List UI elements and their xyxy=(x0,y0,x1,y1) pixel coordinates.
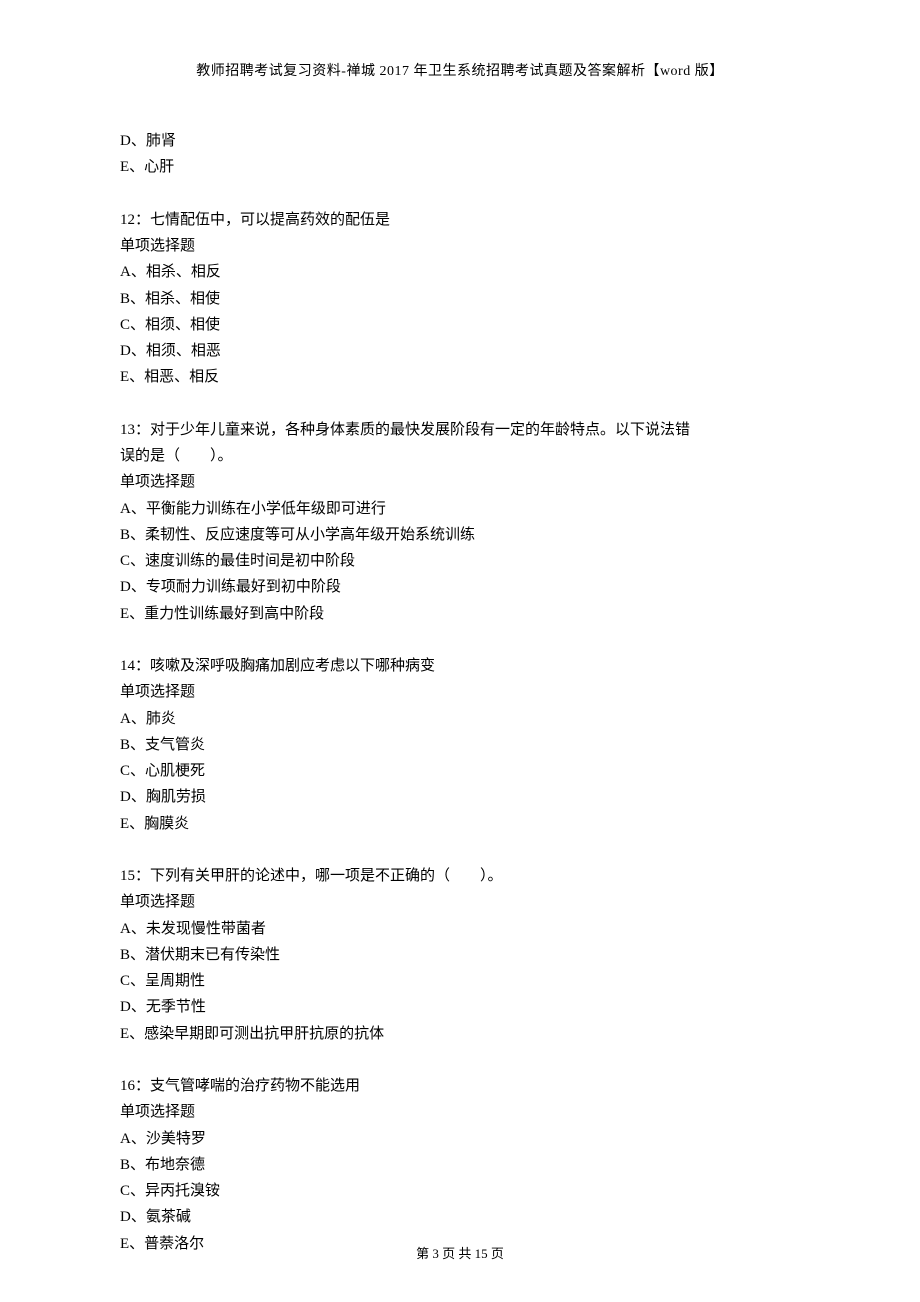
option-line: B、布地奈德 xyxy=(120,1152,800,1178)
question-title: 15：下列有关甲肝的论述中，哪一项是不正确的（ ）。 xyxy=(120,863,800,889)
option-line: A、相杀、相反 xyxy=(120,259,800,285)
option-line: B、潜伏期末已有传染性 xyxy=(120,942,800,968)
option-line: E、重力性训练最好到高中阶段 xyxy=(120,601,800,627)
option-line: A、平衡能力训练在小学低年级即可进行 xyxy=(120,496,800,522)
option-line: A、肺炎 xyxy=(120,706,800,732)
option-line: E、相恶、相反 xyxy=(120,364,800,390)
question-title: 13：对于少年儿童来说，各种身体素质的最快发展阶段有一定的年龄特点。以下说法错 xyxy=(120,417,800,443)
question-title: 12：七情配伍中，可以提高药效的配伍是 xyxy=(120,207,800,233)
blank-line xyxy=(120,391,800,417)
blank-line xyxy=(120,837,800,863)
option-line: A、沙美特罗 xyxy=(120,1126,800,1152)
option-line: B、柔韧性、反应速度等可从小学高年级开始系统训练 xyxy=(120,522,800,548)
page-footer: 第 3 页 共 15 页 xyxy=(0,1243,920,1262)
option-line: D、相须、相恶 xyxy=(120,338,800,364)
option-line: E、心肝 xyxy=(120,154,800,180)
option-line: D、胸肌劳损 xyxy=(120,784,800,810)
option-line: E、胸膜炎 xyxy=(120,811,800,837)
option-line: A、未发现慢性带菌者 xyxy=(120,916,800,942)
option-line: D、肺肾 xyxy=(120,128,800,154)
question-type: 单项选择题 xyxy=(120,679,800,705)
page-content: D、肺肾 E、心肝 12：七情配伍中，可以提高药效的配伍是 单项选择题 A、相杀… xyxy=(120,128,800,1257)
question-type: 单项选择题 xyxy=(120,233,800,259)
option-line: B、相杀、相使 xyxy=(120,286,800,312)
option-line: C、呈周期性 xyxy=(120,968,800,994)
document-page: 教师招聘考试复习资料-禅城 2017 年卫生系统招聘考试真题及答案解析【word… xyxy=(0,0,920,1302)
option-line: D、无季节性 xyxy=(120,994,800,1020)
page-header: 教师招聘考试复习资料-禅城 2017 年卫生系统招聘考试真题及答案解析【word… xyxy=(120,60,800,80)
question-type: 单项选择题 xyxy=(120,1099,800,1125)
blank-line xyxy=(120,627,800,653)
blank-line xyxy=(120,1047,800,1073)
blank-line xyxy=(120,181,800,207)
question-type: 单项选择题 xyxy=(120,889,800,915)
question-title: 16：支气管哮喘的治疗药物不能选用 xyxy=(120,1073,800,1099)
option-line: D、氨茶碱 xyxy=(120,1204,800,1230)
option-line: B、支气管炎 xyxy=(120,732,800,758)
question-title: 14：咳嗽及深呼吸胸痛加剧应考虑以下哪种病变 xyxy=(120,653,800,679)
option-line: C、异丙托溴铵 xyxy=(120,1178,800,1204)
question-title: 误的是（ ）。 xyxy=(120,443,800,469)
option-line: D、专项耐力训练最好到初中阶段 xyxy=(120,574,800,600)
option-line: E、感染早期即可测出抗甲肝抗原的抗体 xyxy=(120,1021,800,1047)
option-line: C、心肌梗死 xyxy=(120,758,800,784)
option-line: C、速度训练的最佳时间是初中阶段 xyxy=(120,548,800,574)
question-type: 单项选择题 xyxy=(120,469,800,495)
option-line: C、相须、相使 xyxy=(120,312,800,338)
